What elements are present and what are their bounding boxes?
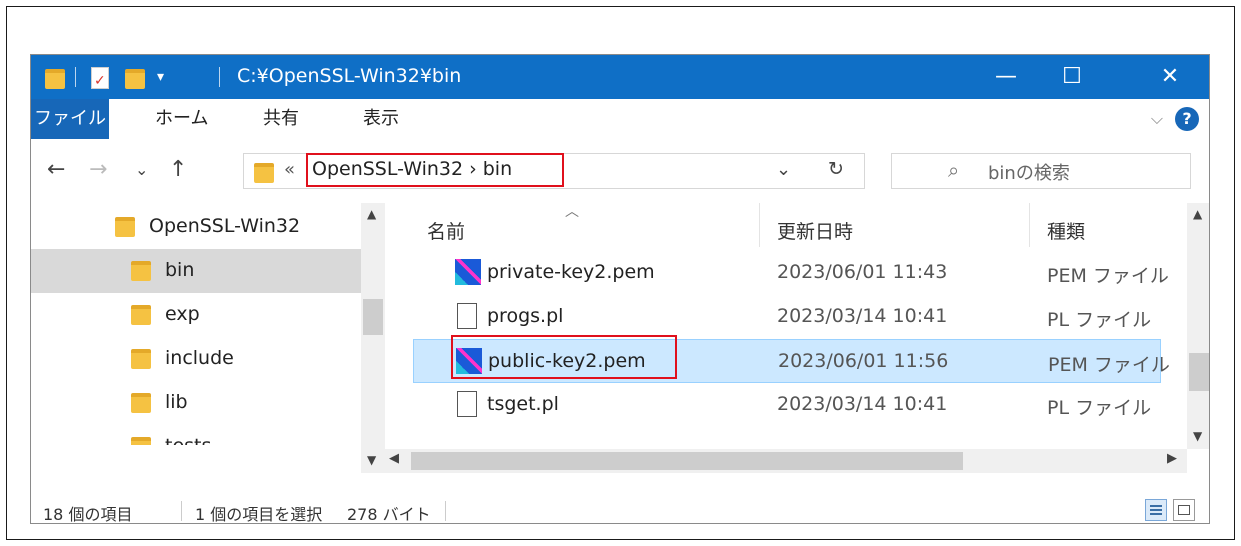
scroll-left-icon[interactable]: ◀ <box>389 451 399 466</box>
file-type: PL ファイル <box>1047 309 1152 331</box>
scroll-down-icon[interactable]: ▼ <box>367 453 376 467</box>
column-header-name[interactable]: 名前 <box>427 217 465 244</box>
selection-count: 1 個の項目を選択 <box>195 505 323 524</box>
tree-item[interactable]: tests <box>31 425 361 445</box>
scroll-down-icon[interactable]: ▼ <box>1193 429 1202 443</box>
divider <box>181 501 182 521</box>
tab-file[interactable]: ファイル <box>31 99 109 139</box>
column-header-type[interactable]: 種類 <box>1047 217 1085 244</box>
file-modified: 2023/06/01 11:56 <box>778 350 949 372</box>
file-row[interactable]: tsget.pl 2023/03/14 10:41 PL ファイル <box>413 383 1161 427</box>
file-name: tsget.pl <box>487 393 559 415</box>
folder-icon <box>131 261 151 281</box>
new-folder-icon[interactable] <box>125 63 147 91</box>
file-list: ︿ 名前 更新日時 種類 private-key2.pem 2023/06/01… <box>385 203 1209 473</box>
tab-share[interactable]: 共有 <box>249 99 313 139</box>
item-count: 18 個の項目 <box>43 505 133 524</box>
maximize-button[interactable]: ☐ <box>1043 55 1101 99</box>
forward-button[interactable]: → <box>89 157 107 183</box>
address-bar[interactable]: « OpenSSL-Win32 › bin ⌄ ↻ <box>243 153 865 189</box>
tree-item[interactable]: exp <box>31 293 361 337</box>
minimize-button[interactable]: — <box>977 55 1035 99</box>
address-dropdown-icon[interactable]: ⌄ <box>776 159 791 180</box>
properties-icon[interactable]: ✓ <box>89 63 111 91</box>
folder-icon <box>131 305 151 325</box>
tab-home[interactable]: ホーム <box>141 99 222 139</box>
window-title: C:¥OpenSSL-Win32¥bin <box>237 65 462 87</box>
folder-icon <box>131 393 151 413</box>
tree-item-label: include <box>165 347 234 369</box>
file-type: PEM ファイル <box>1048 354 1170 376</box>
close-button[interactable]: ✕ <box>1141 55 1199 99</box>
file-row[interactable]: private-key2.pem 2023/06/01 11:43 PEM ファ… <box>413 251 1169 295</box>
recent-locations-icon[interactable]: ⌄ <box>135 157 148 183</box>
folder-icon <box>254 163 274 183</box>
file-name: progs.pl <box>487 305 564 327</box>
pem-file-icon <box>455 259 481 285</box>
file-row[interactable]: progs.pl 2023/03/14 10:41 PL ファイル <box>413 295 1161 339</box>
search-box[interactable]: ⌕ binの検索 <box>891 153 1191 189</box>
file-type: PEM ファイル <box>1047 265 1169 287</box>
file-type: PL ファイル <box>1047 397 1152 419</box>
horizontal-scrollbar[interactable]: ◀ ▶ <box>385 449 1187 473</box>
ribbon-expand-icon[interactable]: ⌵ <box>1151 99 1163 139</box>
navigation-bar: ← → ⌄ ↑ « OpenSSL-Win32 › bin ⌄ ↻ ⌕ binの… <box>31 139 1209 203</box>
ribbon-tabs: ファイル ホーム 共有 表示 ⌵ ? <box>31 99 1209 140</box>
tree-item-label: tests <box>165 435 211 445</box>
tree-item-label: lib <box>165 391 188 413</box>
document-icon <box>457 303 477 329</box>
divider <box>75 67 76 87</box>
divider <box>445 501 446 521</box>
tree-item-label: bin <box>165 259 195 281</box>
column-divider <box>1029 203 1030 247</box>
folder-icon <box>131 437 151 445</box>
selection-size: 278 バイト <box>347 505 431 524</box>
file-list-vertical-scrollbar[interactable]: ▲ ▼ <box>1187 203 1209 449</box>
help-icon[interactable]: ? <box>1175 107 1199 131</box>
sort-ascending-icon: ︿ <box>565 204 579 220</box>
scroll-up-icon[interactable]: ▲ <box>1193 207 1202 221</box>
tree-item[interactable]: bin <box>31 249 361 293</box>
file-name: private-key2.pem <box>487 261 655 283</box>
up-button[interactable]: ↑ <box>169 157 187 183</box>
status-bar: 18 個の項目 1 個の項目を選択 278 バイト <box>31 497 1209 524</box>
tree-item[interactable]: include <box>31 337 361 381</box>
highlight-box <box>451 335 677 379</box>
document-icon <box>457 391 477 417</box>
highlight-box <box>306 153 564 187</box>
tree-item[interactable]: OpenSSL-Win32 <box>31 205 361 249</box>
column-headers: ︿ 名前 更新日時 種類 <box>385 203 1187 247</box>
column-header-modified[interactable]: 更新日時 <box>777 217 853 244</box>
folder-icon <box>45 63 65 91</box>
scroll-right-icon[interactable]: ▶ <box>1167 451 1177 466</box>
folder-icon <box>131 349 151 369</box>
scrollbar-thumb[interactable] <box>363 299 383 335</box>
file-modified: 2023/03/14 10:41 <box>777 393 948 415</box>
back-button[interactable]: ← <box>47 157 65 183</box>
customize-toolbar-icon[interactable]: ▾ <box>157 63 175 91</box>
title-bar: ✓ ▾ C:¥OpenSSL-Win32¥bin — ☐ ✕ <box>31 55 1209 99</box>
column-divider <box>759 203 760 247</box>
file-modified: 2023/03/14 10:41 <box>777 305 948 327</box>
refresh-icon[interactable]: ↻ <box>828 158 844 180</box>
tree-item[interactable]: lib <box>31 381 361 425</box>
tree-item-label: OpenSSL-Win32 <box>149 215 301 237</box>
tree-item-label: exp <box>165 303 200 325</box>
folder-icon <box>115 217 135 237</box>
scrollbar-thumb[interactable] <box>411 452 963 470</box>
divider <box>219 67 220 87</box>
search-input[interactable]: binの検索 <box>988 159 1070 185</box>
file-modified: 2023/06/01 11:43 <box>777 261 948 283</box>
scroll-up-icon[interactable]: ▲ <box>367 207 376 221</box>
large-icons-view-icon[interactable] <box>1173 499 1195 521</box>
scrollbar-thumb[interactable] <box>1189 353 1209 391</box>
tab-view[interactable]: 表示 <box>349 99 413 139</box>
search-icon: ⌕ <box>948 158 960 182</box>
file-explorer-window: ✓ ▾ C:¥OpenSSL-Win32¥bin — ☐ ✕ ファイル ホーム … <box>30 54 1210 524</box>
navigation-pane: OpenSSL-Win32 bin exp include lib tests … <box>31 203 385 473</box>
tree-scrollbar[interactable]: ▲ ▼ <box>361 203 385 473</box>
details-view-icon[interactable] <box>1145 499 1167 521</box>
overflow-chevron-icon[interactable]: « <box>284 159 295 180</box>
